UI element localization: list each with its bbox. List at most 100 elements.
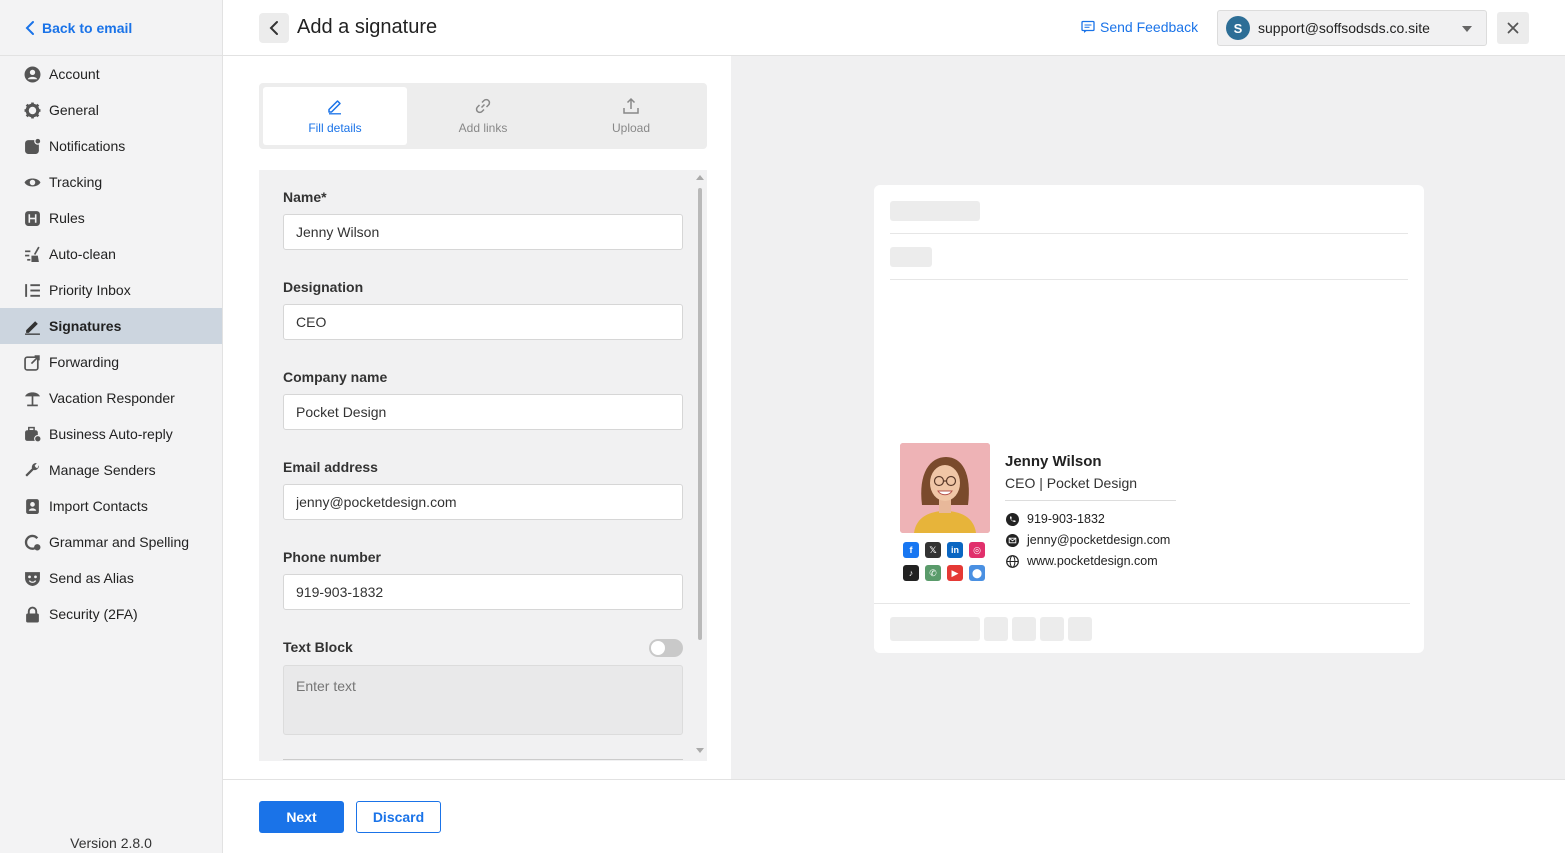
sidebar-item-security-2fa[interactable]: Security (2FA)	[0, 596, 222, 632]
close-button[interactable]	[1497, 12, 1529, 44]
signature-mode-tabs: Fill details Add links Upload	[259, 83, 707, 149]
next-button[interactable]: Next	[259, 801, 344, 833]
facebook-icon[interactable]: f	[903, 542, 919, 558]
skeleton-placeholder	[1012, 617, 1036, 641]
sidebar-item-priority-inbox[interactable]: Priority Inbox	[0, 272, 222, 308]
sidebar-item-grammar-and-spelling[interactable]: Grammar and Spelling	[0, 524, 222, 560]
sidebar-item-account[interactable]: Account	[0, 56, 222, 92]
sidebar-item-label: General	[49, 102, 99, 118]
signature-details-form: Name* Designation Company name Email add…	[259, 170, 707, 761]
sidebar-item-send-as-alias[interactable]: Send as Alias	[0, 560, 222, 596]
linkedin-icon[interactable]: in	[947, 542, 963, 558]
divider	[890, 233, 1408, 234]
skeleton-placeholder	[1040, 617, 1064, 641]
sidebar-item-vacation-responder[interactable]: Vacation Responder	[0, 380, 222, 416]
app-version: Version 2.8.0	[70, 835, 152, 851]
back-to-email-link[interactable]: Back to email	[0, 0, 222, 56]
page-header: Add a signature Send Feedback S support@…	[223, 0, 1565, 56]
email-address-label: Email address	[283, 459, 378, 475]
name-label: Name*	[283, 189, 327, 205]
sidebar-item-rules[interactable]: Rules	[0, 200, 222, 236]
sidebar-item-label: Tracking	[49, 174, 103, 190]
tab-fill-details[interactable]: Fill details	[263, 87, 407, 145]
sidebar-item-label: Send as Alias	[49, 570, 134, 586]
sidebar-item-label: Import Contacts	[49, 498, 148, 514]
location-icon[interactable]: ⬤	[969, 565, 985, 581]
sidebar-item-label: Grammar and Spelling	[49, 534, 190, 550]
form-footer: Next Discard	[223, 779, 1565, 853]
rules-icon	[23, 209, 41, 227]
divider	[890, 279, 1408, 280]
discard-button[interactable]: Discard	[356, 801, 441, 833]
signature-title: CEO | Pocket Design	[1005, 475, 1138, 491]
tab-add-links[interactable]: Add links	[411, 87, 555, 145]
tiktok-icon[interactable]: ♪	[903, 565, 919, 581]
pencil-icon	[328, 100, 341, 115]
text-block-input[interactable]	[283, 665, 683, 735]
scrollbar-thumb[interactable]	[698, 188, 702, 640]
signature-website[interactable]: www.pocketdesign.com	[1027, 554, 1158, 568]
signature-website-line: www.pocketdesign.com	[1006, 554, 1158, 568]
chevron-left-icon	[269, 21, 278, 35]
briefcase-icon	[23, 425, 41, 443]
designation-field[interactable]	[283, 304, 683, 340]
email-field[interactable]	[283, 484, 683, 520]
email-preview-card: Jenny Wilson CEO | Pocket Design 919-903…	[874, 185, 1424, 653]
sidebar-item-label: Notifications	[49, 138, 126, 154]
divider	[1005, 500, 1176, 501]
company-name-field[interactable]	[283, 394, 683, 430]
signature-email-line: jenny@pocketdesign.com	[1006, 533, 1170, 547]
company-name-label: Company name	[283, 369, 388, 385]
close-icon	[1507, 22, 1519, 34]
broom-icon	[23, 245, 41, 263]
contacts-icon	[23, 497, 41, 515]
chevron-down-icon	[1462, 26, 1472, 32]
sidebar-item-label: Auto-clean	[49, 246, 116, 262]
scroll-up-arrow[interactable]	[696, 175, 704, 180]
x-icon[interactable]: 𝕏	[925, 542, 941, 558]
form-scrollbar[interactable]	[695, 170, 705, 761]
sidebar-item-signatures[interactable]: Signatures	[0, 308, 222, 344]
eye-icon	[23, 173, 41, 191]
sidebar-item-notifications[interactable]: Notifications	[0, 128, 222, 164]
text-block-toggle[interactable]	[649, 639, 683, 657]
send-feedback-link[interactable]: Send Feedback	[1081, 19, 1198, 35]
sidebar-item-label: Rules	[49, 210, 85, 226]
instagram-icon[interactable]: ◎	[969, 542, 985, 558]
pen-icon	[23, 317, 41, 335]
tab-upload[interactable]: Upload	[559, 87, 703, 145]
mail-icon	[1006, 533, 1019, 547]
sidebar-item-label: Manage Senders	[49, 462, 156, 478]
lock-icon	[23, 605, 41, 623]
wrench-icon	[23, 461, 41, 479]
sidebar-item-tracking[interactable]: Tracking	[0, 164, 222, 200]
designation-label: Designation	[283, 279, 364, 295]
sidebar-item-import-contacts[interactable]: Import Contacts	[0, 488, 222, 524]
whatsapp-icon[interactable]: ✆	[925, 565, 941, 581]
sidebar-item-forwarding[interactable]: Forwarding	[0, 344, 222, 380]
sidebar-item-manage-senders[interactable]: Manage Senders	[0, 452, 222, 488]
sidebar-item-business-auto-reply[interactable]: Business Auto-reply	[0, 416, 222, 452]
sidebar-item-auto-clean[interactable]: Auto-clean	[0, 236, 222, 272]
skeleton-placeholder	[890, 617, 980, 641]
back-to-email-label: Back to email	[42, 19, 133, 36]
gear-icon	[23, 101, 41, 119]
skeleton-placeholder	[890, 247, 932, 267]
scroll-down-arrow[interactable]	[696, 748, 704, 753]
sidebar-item-label: Priority Inbox	[49, 282, 131, 298]
skeleton-placeholder	[984, 617, 1008, 641]
name-field[interactable]	[283, 214, 683, 250]
signature-email[interactable]: jenny@pocketdesign.com	[1027, 533, 1170, 547]
youtube-icon[interactable]: ▶	[947, 565, 963, 581]
signature-phone-line: 919-903-1832	[1006, 512, 1105, 526]
grammar-icon	[23, 533, 41, 551]
account-switcher[interactable]: S support@soffsodsds.co.site	[1217, 10, 1487, 46]
signature-preview-pane: Jenny Wilson CEO | Pocket Design 919-903…	[731, 56, 1565, 779]
mask-icon	[23, 569, 41, 587]
sidebar-item-general[interactable]: General	[0, 92, 222, 128]
signature-phone: 919-903-1832	[1027, 512, 1105, 526]
header-back-button[interactable]	[259, 13, 289, 43]
phone-field[interactable]	[283, 574, 683, 610]
account-email: support@soffsodsds.co.site	[1258, 20, 1430, 36]
text-block-label: Text Block	[283, 639, 353, 655]
